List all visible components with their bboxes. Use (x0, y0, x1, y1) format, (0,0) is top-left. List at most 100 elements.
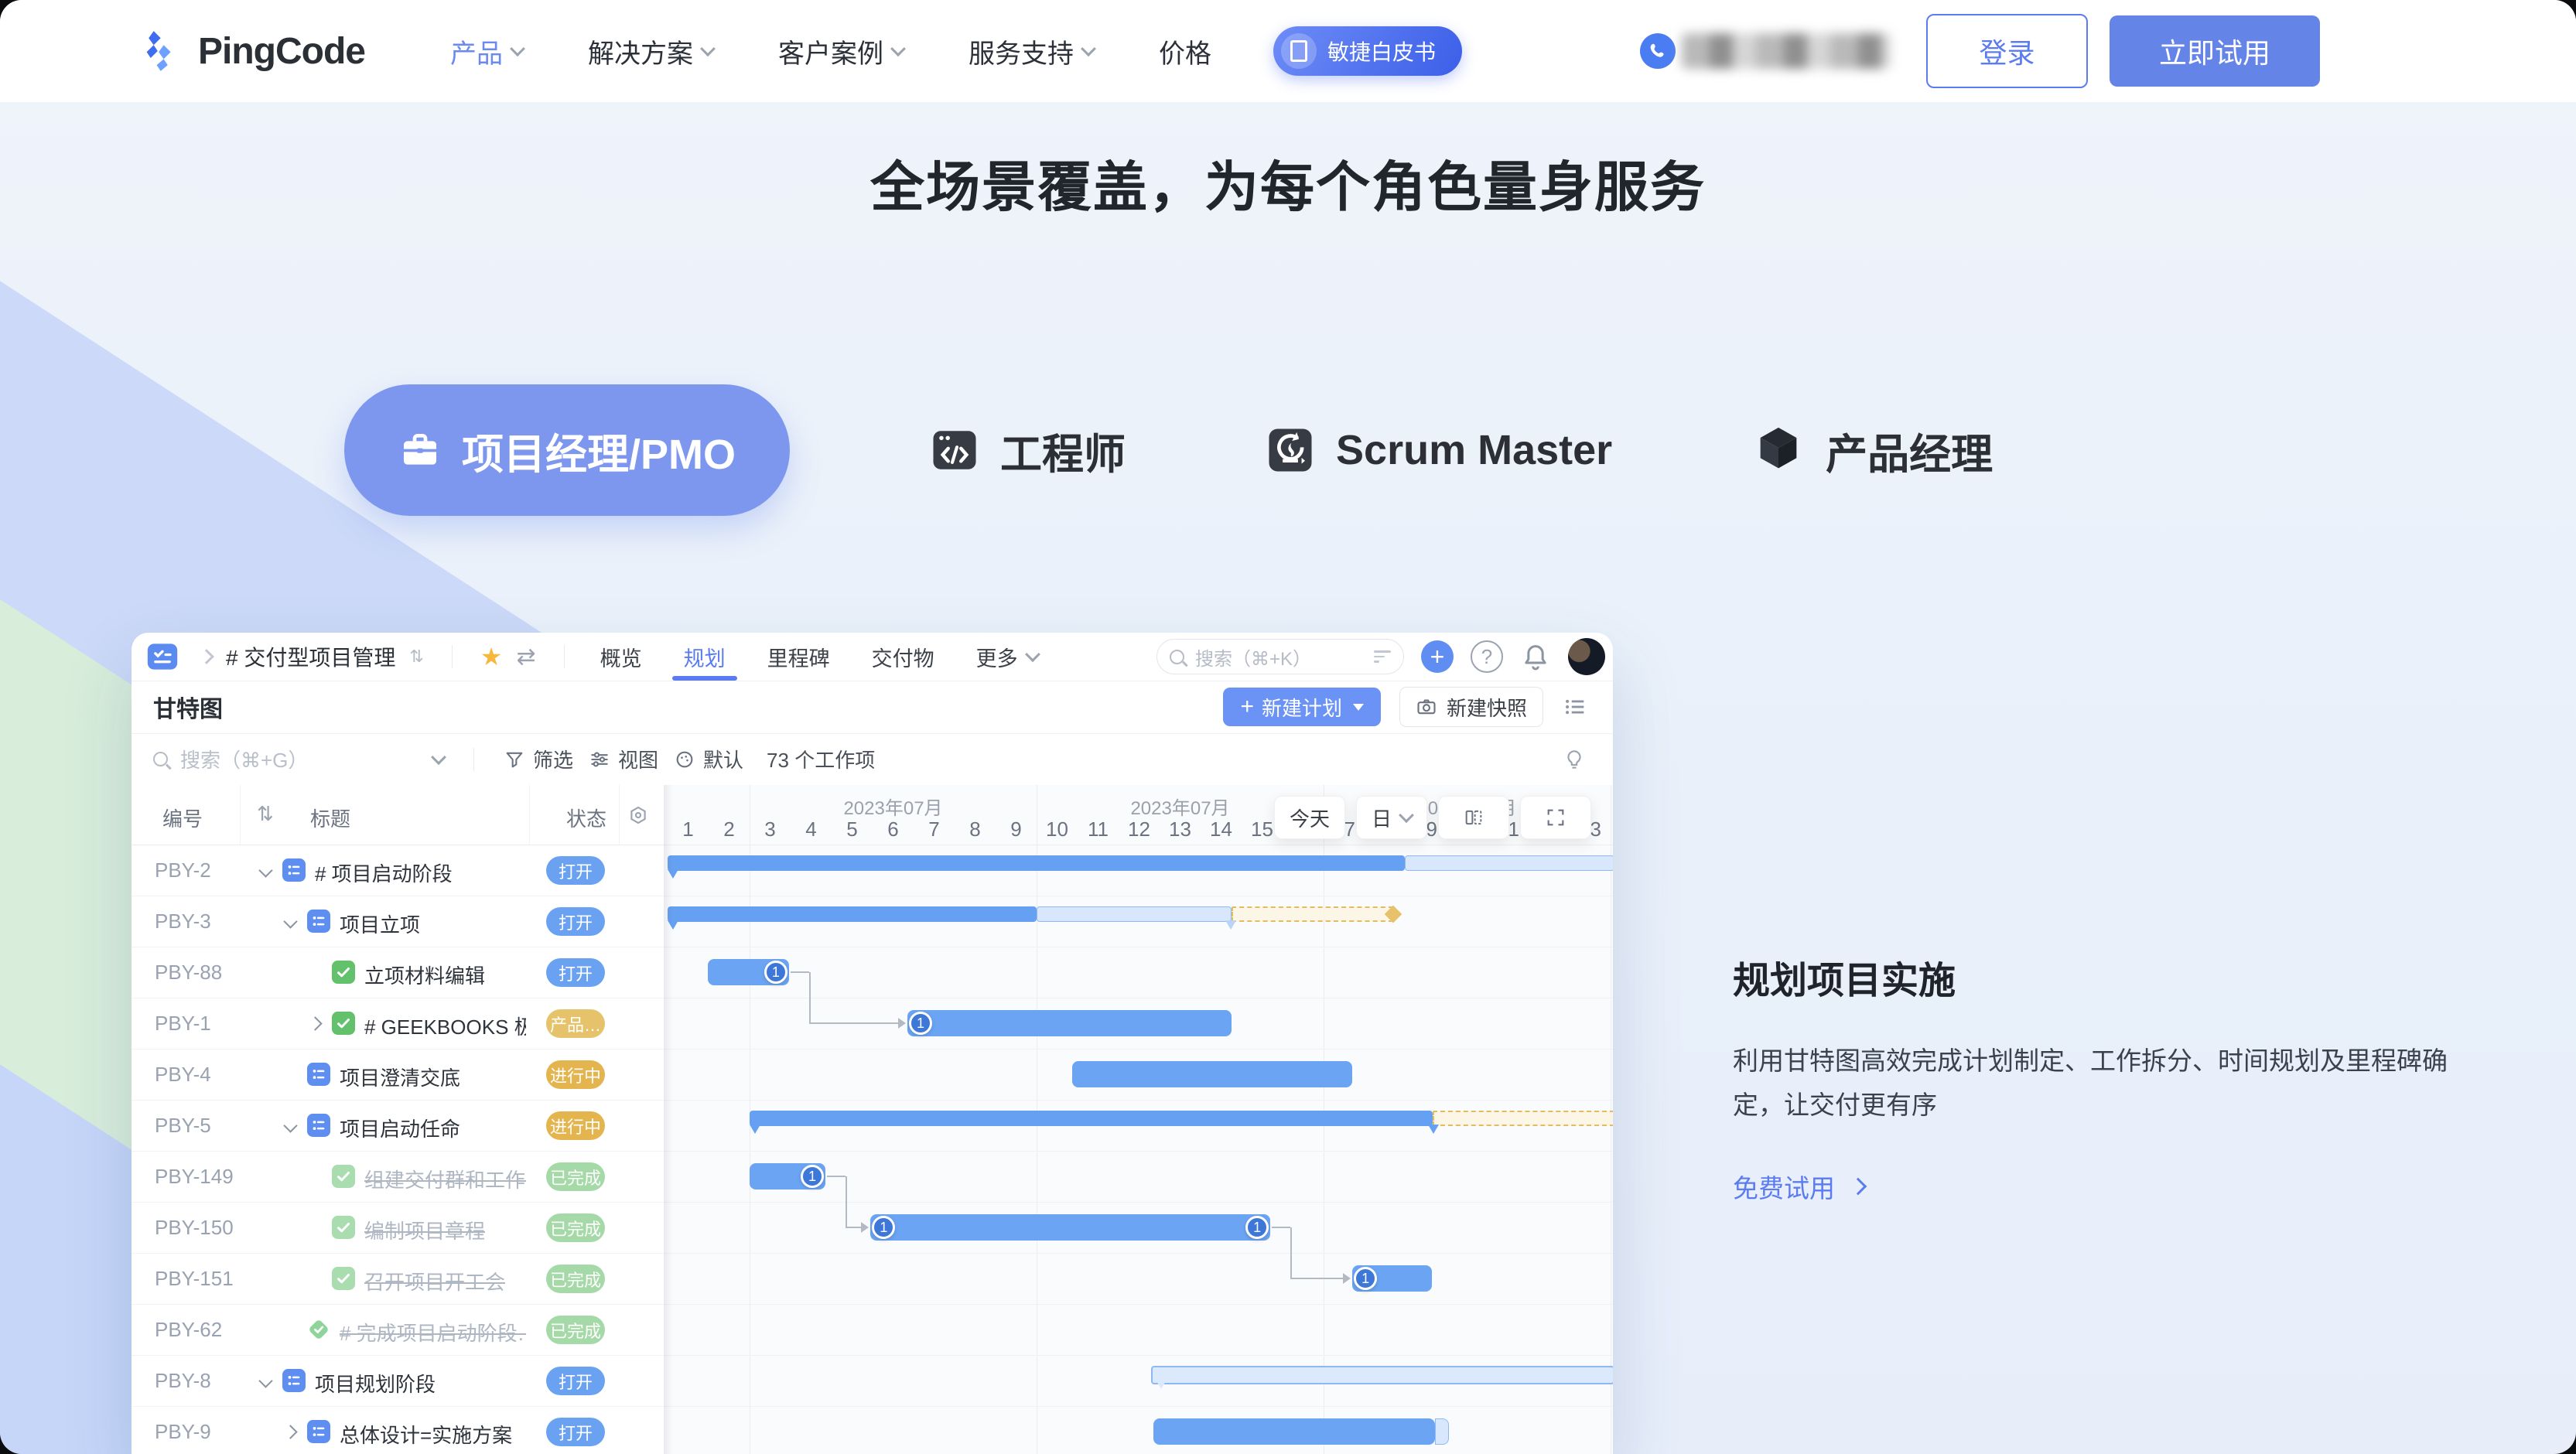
app-tab-1[interactable]: 规划 (684, 633, 726, 681)
table-row-PBY-8[interactable]: PBY-8项目规划阶段打开 (132, 1355, 664, 1407)
new-snapshot-button[interactable]: 新建快照 (1399, 687, 1543, 727)
column-settings-icon[interactable] (627, 804, 650, 827)
table-row-PBY-149[interactable]: PBY-149组建交付群和工作台已完成 (132, 1151, 664, 1203)
role-tab-1[interactable]: 工程师 (929, 420, 1126, 481)
app-tab-0[interactable]: 概览 (600, 633, 642, 681)
status-badge[interactable]: 打开 (546, 1367, 605, 1395)
workitem-title[interactable]: 组建交付群和工作台 (364, 1165, 526, 1193)
table-row-PBY-2[interactable]: PBY-2# 项目启动阶段打开 (132, 845, 664, 896)
table-row-PBY-88[interactable]: PBY-88立项材料编辑打开 (132, 947, 664, 998)
gantt-bar-light[interactable] (1405, 855, 1613, 871)
nav-item-3[interactable]: 服务支持 (969, 32, 1094, 70)
workitem-title[interactable]: 总体设计=实施方案（… (340, 1420, 526, 1449)
help-icon[interactable]: ? (1471, 640, 1503, 673)
gantt-bar-sumlight[interactable] (1151, 1366, 1613, 1384)
row-expand-caret[interactable] (308, 1016, 322, 1030)
title-sort-icon[interactable]: ⇅ (409, 647, 423, 667)
login-button[interactable]: 登录 (1926, 14, 2088, 88)
notification-bell-icon[interactable] (1520, 641, 1551, 672)
free-trial-link[interactable]: 免费试用 (1733, 1168, 1864, 1205)
user-avatar[interactable] (1568, 638, 1605, 675)
gantt-bar-solid[interactable] (668, 855, 1405, 871)
workitem-title[interactable]: 立项材料编辑 (364, 961, 485, 989)
workitem-title[interactable]: 项目启动任命 (340, 1114, 460, 1142)
search-scope-chevron-icon[interactable] (431, 749, 446, 765)
gantt-bar-task[interactable] (1072, 1061, 1352, 1087)
workitem-title[interactable]: 编制项目章程 (364, 1216, 485, 1244)
today-button[interactable]: 今天 (1274, 796, 1345, 839)
workitem-title[interactable]: 项目立项 (340, 910, 420, 938)
column-header-status[interactable]: 状态 (529, 804, 606, 832)
app-tab-4[interactable]: 更多 (976, 633, 1038, 681)
view-settings-button[interactable]: 视图 (589, 745, 658, 773)
dependency-count-badge[interactable]: 1 (1245, 1216, 1269, 1239)
role-tab-2[interactable]: Scrum Master (1265, 425, 1612, 476)
role-tab-0[interactable]: 项目经理/PMO (344, 384, 790, 516)
whitepaper-badge[interactable]: 敏捷白皮书 (1273, 26, 1462, 76)
row-expand-caret[interactable] (258, 1374, 272, 1387)
dependency-count-badge[interactable]: 1 (1354, 1267, 1377, 1290)
status-badge[interactable]: 产品… (546, 1009, 605, 1038)
default-view-button[interactable]: 默认 (674, 745, 743, 773)
table-row-PBY-9[interactable]: PBY-9总体设计=实施方案（…打开 (132, 1406, 664, 1454)
breadcrumb-title[interactable]: # 交付型项目管理 (226, 641, 395, 672)
status-badge[interactable]: 已完成 (546, 1213, 605, 1242)
workitem-title[interactable]: 项目澄清交底 (340, 1063, 460, 1091)
new-plan-button[interactable]: + 新建计划 (1223, 688, 1381, 726)
row-expand-caret[interactable] (283, 914, 297, 928)
workitem-title[interactable]: 召开项目开工会 (364, 1267, 505, 1295)
table-row-PBY-1[interactable]: PBY-1# GEEKBOOKS 极…产品… (132, 998, 664, 1050)
status-badge[interactable]: 打开 (546, 1418, 605, 1446)
view-list-icon[interactable] (1562, 694, 1588, 720)
swap-icon[interactable]: ⇄ (516, 643, 535, 671)
table-row-PBY-151[interactable]: PBY-151召开项目开工会已完成 (132, 1253, 664, 1305)
table-row-PBY-4[interactable]: PBY-4项目澄清交底进行中 (132, 1049, 664, 1101)
project-folder-icon[interactable] (147, 641, 178, 672)
dependency-count-badge[interactable]: 1 (764, 961, 787, 984)
gantt-bar-dashed[interactable] (1433, 1111, 1613, 1126)
filter-button[interactable]: 筛选 (504, 745, 573, 773)
status-badge[interactable]: 进行中 (546, 1060, 605, 1089)
status-badge[interactable]: 已完成 (546, 1265, 605, 1293)
column-header-title[interactable]: 标题 (132, 804, 529, 832)
dependency-count-badge[interactable]: 1 (909, 1012, 932, 1035)
gantt-bar-tasklight[interactable] (1435, 1418, 1448, 1445)
global-search-input[interactable]: 搜索（⌘+K） (1156, 639, 1404, 674)
create-button[interactable]: + (1421, 640, 1454, 673)
row-expand-caret[interactable] (283, 1118, 297, 1132)
status-badge[interactable]: 已完成 (546, 1316, 605, 1344)
app-tab-3[interactable]: 交付物 (872, 633, 934, 681)
status-badge[interactable]: 已完成 (546, 1162, 605, 1191)
table-row-PBY-5[interactable]: PBY-5项目启动任命进行中 (132, 1100, 664, 1152)
status-badge[interactable]: 打开 (546, 907, 605, 936)
nav-item-0[interactable]: 产品 (450, 32, 523, 70)
split-view-button[interactable] (1438, 796, 1509, 839)
gantt-bar-light[interactable] (1037, 906, 1232, 922)
row-expand-caret[interactable] (258, 863, 272, 877)
gantt-bar-task[interactable] (907, 1010, 1232, 1036)
gantt-bar-dashed[interactable] (1232, 906, 1393, 922)
gantt-bar-solid[interactable] (750, 1111, 1433, 1126)
status-badge[interactable]: 打开 (546, 856, 605, 885)
table-row-PBY-150[interactable]: PBY-150编制项目章程已完成 (132, 1202, 664, 1254)
gantt-bar-task[interactable] (870, 1214, 1270, 1241)
app-tab-2[interactable]: 里程碑 (767, 633, 830, 681)
nav-item-1[interactable]: 解决方案 (588, 32, 713, 70)
table-row-PBY-62[interactable]: PBY-62# 完成项目启动阶段…已完成 (132, 1304, 664, 1356)
role-tab-3[interactable]: 产品经理 (1751, 420, 1993, 481)
gantt-bar-task[interactable] (1153, 1418, 1435, 1445)
nav-item-4[interactable]: 价格 (1159, 32, 1211, 70)
nav-item-2[interactable]: 客户案例 (778, 32, 904, 70)
lightbulb-icon[interactable] (1563, 748, 1586, 771)
workitem-title[interactable]: # 项目启动阶段 (315, 858, 453, 887)
workitem-title[interactable]: # 完成项目启动阶段… (340, 1318, 526, 1346)
workitem-title[interactable]: # GEEKBOOKS 极… (364, 1012, 526, 1040)
fullscreen-button[interactable] (1520, 796, 1591, 839)
gantt-bar-solid[interactable] (668, 906, 1037, 922)
status-badge[interactable]: 打开 (546, 958, 605, 987)
favorite-star-icon[interactable]: ★ (480, 642, 503, 671)
scale-select[interactable]: 日 (1356, 796, 1427, 839)
gantt-search-input[interactable]: 搜索（⌘+G） (153, 745, 408, 773)
status-badge[interactable]: 进行中 (546, 1111, 605, 1140)
table-row-PBY-3[interactable]: PBY-3项目立项打开 (132, 896, 664, 947)
